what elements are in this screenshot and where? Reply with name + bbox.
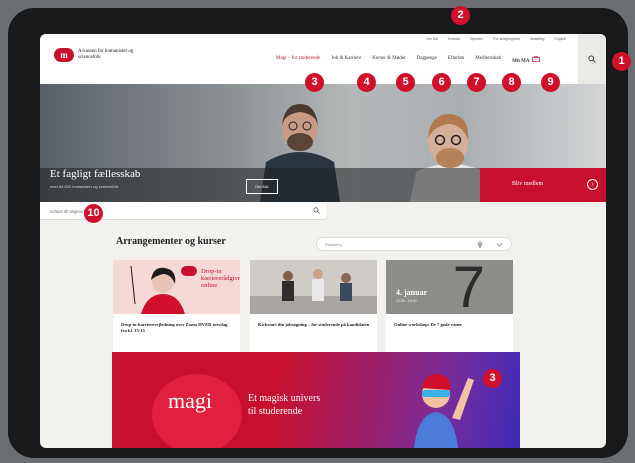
site-logo[interactable]: m A-kassen for humanister og sciencefolk [54, 48, 148, 62]
chevron-down-icon [496, 243, 503, 247]
search-icon [588, 55, 596, 63]
banner-line-1: Et magisk univers [248, 393, 321, 404]
header-search-button[interactable] [578, 34, 606, 84]
annotation-marker-3-banner: 3 [483, 369, 502, 388]
nav-dagpenge[interactable]: Dagpenge [417, 56, 437, 64]
banner-line-2: til studerende [248, 406, 303, 417]
main-nav: Magi – for studerende Job & Karriere Kur… [276, 56, 541, 64]
calendar-number: 7 [452, 260, 485, 314]
utility-nav: Om MA Kontakt Nyheder For arbejdsgivere … [426, 37, 566, 41]
dropin-image-text: Drop-in karriererådgivning online [201, 268, 240, 289]
event-card-title: Drop-in-karrierevejledning over Zoom HVE… [121, 322, 228, 333]
event-time: 12:00 - 15:00 [396, 299, 417, 303]
annotation-marker-4: 4 [357, 73, 376, 92]
magi-banner[interactable]: magi Et magisk univers til studerende [112, 352, 520, 448]
hero-banner: Et fagligt fællesskab med 84.000 humanis… [40, 84, 606, 202]
site-search-bar [40, 202, 326, 220]
event-card-image [250, 260, 377, 314]
illustration-student [414, 374, 474, 448]
hero-subtitle: med 84.000 humanister og sciencefolk [50, 184, 119, 189]
location-filter[interactable]: Placering [316, 237, 512, 251]
hero-title: Et fagligt fællesskab [50, 168, 141, 180]
annotation-marker-6: 6 [432, 73, 451, 92]
annotation-marker-2: 2 [451, 6, 470, 25]
annotation-marker-3: 3 [305, 73, 324, 92]
nav-kurser-moeder[interactable]: Kurser & Møder [372, 56, 405, 64]
event-card-image: 7 4. januar 12:00 - 15:00 [386, 260, 513, 314]
banner-text: Et magisk univers til studerende [248, 392, 320, 418]
annotation-marker-7: 7 [467, 73, 486, 92]
bliv-medlem-label: Bliv medlem [512, 181, 544, 187]
photo-office-people [250, 260, 377, 314]
annotation-marker-9: 9 [541, 73, 560, 92]
location-pin-icon [477, 241, 483, 249]
event-card-title: Online workshop: De 7 gode vaner [394, 322, 463, 327]
event-card-title: Kickstart din jobsøgning – for studerend… [258, 322, 370, 327]
site-header: m A-kassen for humanister og sciencefolk… [40, 34, 606, 84]
annotation-marker-8: 8 [502, 73, 521, 92]
events-section-title: Arrangementer og kurser [116, 236, 226, 247]
browser-viewport: m A-kassen for humanister og sciencefolk… [40, 34, 606, 448]
nav-job-karriere[interactable]: Job & Karriere [331, 56, 361, 64]
util-link-arbejdsgivere[interactable]: For arbejdsgivere [493, 37, 520, 41]
arrow-right-icon: › [587, 179, 598, 190]
util-link-om[interactable]: Om MA [426, 37, 438, 41]
util-link-kontakt[interactable]: Kontakt [448, 37, 460, 41]
search-icon[interactable] [313, 207, 320, 214]
logo-text: A-kassen for humanister og sciencefolk [78, 49, 134, 60]
bliv-medlem-button[interactable]: Bliv medlem › [480, 168, 606, 202]
om-ma-button[interactable]: Om MA [246, 179, 278, 194]
briefcase-icon [532, 56, 541, 62]
event-card-image: Drop-in karriererådgivning online [113, 260, 240, 314]
location-filter-placeholder: Placering [325, 242, 342, 247]
event-date: 4. januar [396, 288, 428, 297]
nav-mit-ma[interactable]: Mit MA [512, 56, 541, 64]
nav-medlemskab[interactable]: Medlemskab [475, 56, 501, 64]
nav-mit-ma-label: Mit MA [512, 59, 530, 64]
annotation-marker-1: 1 [612, 52, 631, 71]
logo-mark: m [54, 48, 74, 62]
util-link-bestilling[interactable]: Bestilling [531, 37, 545, 41]
nav-magi[interactable]: Magi – for studerende [276, 56, 320, 64]
util-link-nyheder[interactable]: Nyheder [470, 37, 483, 41]
nav-efterloen[interactable]: Efterløn [448, 56, 464, 64]
util-link-english[interactable]: English [555, 37, 566, 41]
annotation-marker-5: 5 [396, 73, 415, 92]
annotation-marker-10: 10 [84, 204, 103, 223]
magi-logo: magi [168, 388, 212, 413]
